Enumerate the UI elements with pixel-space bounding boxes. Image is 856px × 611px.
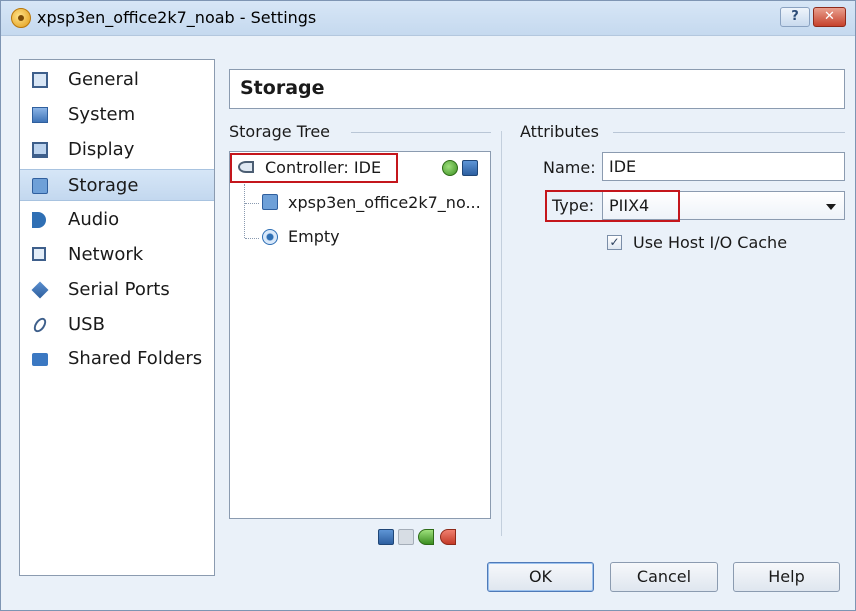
attributes-divider (613, 132, 845, 133)
page-title: Storage (240, 77, 325, 99)
system-icon (32, 107, 48, 123)
sidebar-item-label: Storage (68, 175, 139, 196)
sidebar-item-label: Network (68, 244, 144, 265)
chevron-down-icon (826, 204, 836, 210)
sidebar-item-label: Display (68, 139, 135, 160)
storage-tree-divider (351, 132, 491, 133)
sidebar-item-shared-folders[interactable]: Shared Folders (20, 343, 214, 375)
display-icon (32, 142, 48, 158)
sidebar-item-serial-ports[interactable]: Serial Ports (20, 274, 214, 306)
title-bar[interactable]: xpsp3en_office2k7_noab - Settings ? ✕ (1, 1, 855, 36)
sidebar-item-label: General (68, 69, 139, 90)
storage-icon (32, 178, 48, 194)
add-hard-disk-attachment-icon[interactable] (462, 160, 478, 176)
sidebar-item-system[interactable]: System (20, 99, 214, 131)
general-icon (32, 72, 48, 88)
settings-sidebar: General System Display Storage Audio Net… (19, 59, 215, 576)
sidebar-item-label: Shared Folders (68, 348, 203, 369)
host-io-cache-label[interactable]: Use Host I/O Cache (633, 233, 787, 252)
sidebar-item-general[interactable]: General (20, 64, 214, 96)
add-cd-attachment-icon[interactable] (442, 160, 458, 176)
cancel-button[interactable]: Cancel (610, 562, 718, 592)
shared-folders-icon (32, 353, 48, 366)
remove-controller-icon[interactable] (440, 529, 456, 545)
usb-icon (31, 315, 49, 335)
serial-ports-icon (31, 281, 49, 299)
settings-dialog: xpsp3en_office2k7_noab - Settings ? ✕ Ge… (0, 0, 856, 611)
cd-drive-icon (262, 229, 278, 245)
sidebar-item-label: USB (68, 314, 105, 335)
sidebar-item-label: Serial Ports (68, 279, 170, 300)
sidebar-item-display[interactable]: Display (20, 134, 214, 166)
name-label: Name: (543, 158, 596, 177)
network-icon (32, 247, 46, 261)
controller-label: Controller: IDE (265, 158, 382, 177)
add-attachment-icon[interactable] (378, 529, 394, 545)
name-field[interactable]: IDE (602, 152, 845, 181)
ide-controller-icon (238, 161, 254, 173)
add-controller-icon[interactable] (418, 529, 434, 545)
hard-disk-icon (262, 194, 278, 210)
panel-divider (501, 131, 502, 536)
attachment-label: xpsp3en_office2k7_no... (288, 193, 481, 212)
tree-item-hard-disk[interactable]: xpsp3en_office2k7_no... (230, 188, 490, 218)
host-io-cache-checkbox[interactable]: ✓ (607, 235, 622, 250)
sidebar-item-network[interactable]: Network (20, 239, 214, 271)
sidebar-item-storage[interactable]: Storage (20, 169, 214, 201)
ok-button[interactable]: OK (487, 562, 594, 592)
tree-item-controller-ide[interactable]: Controller: IDE (230, 152, 490, 184)
virtualbox-app-icon (11, 8, 31, 28)
audio-icon (32, 212, 46, 228)
help-title-button[interactable]: ? (780, 7, 810, 27)
type-highlight-box (545, 190, 680, 222)
sidebar-item-usb[interactable]: USB (20, 309, 214, 341)
attachment-label: Empty (288, 227, 340, 246)
sidebar-item-audio[interactable]: Audio (20, 204, 214, 236)
sidebar-item-label: Audio (68, 209, 120, 230)
tree-item-cd-drive[interactable]: Empty (230, 222, 490, 252)
remove-attachment-icon[interactable] (398, 529, 414, 545)
attributes-title: Attributes (520, 122, 599, 141)
help-button[interactable]: Help (733, 562, 840, 592)
window-title: xpsp3en_office2k7_noab - Settings (37, 8, 317, 27)
storage-tree[interactable]: Controller: IDE xpsp3en_office2k7_no... … (229, 151, 491, 519)
sidebar-item-label: System (68, 104, 136, 125)
page-header: Storage (229, 69, 845, 109)
storage-tree-title: Storage Tree (229, 122, 331, 141)
close-button[interactable]: ✕ (813, 7, 846, 27)
